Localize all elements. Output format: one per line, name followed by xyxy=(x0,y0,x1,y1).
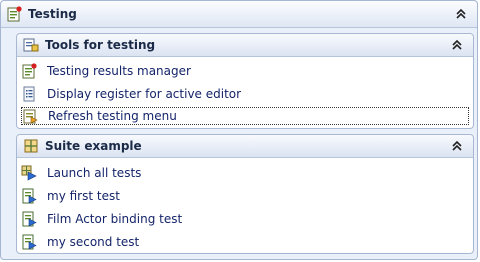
testing-results-manager-link[interactable]: Testing results manager xyxy=(21,62,469,80)
item-label: Refresh testing menu xyxy=(48,109,177,123)
item-label: Display register for active editor xyxy=(47,87,242,101)
panel-title: Testing xyxy=(28,7,77,21)
launch-all-tests-link[interactable]: Launch all tests xyxy=(21,164,469,182)
section-title: Suite example xyxy=(45,139,142,153)
test-run-icon xyxy=(22,188,37,204)
section-header-tools[interactable]: Tools for testing xyxy=(17,34,473,57)
double-chevron-up-icon[interactable] xyxy=(455,8,467,20)
section-tools-for-testing: Tools for testing Testing results manage… xyxy=(16,33,474,129)
section-title: Tools for testing xyxy=(45,38,156,52)
launch-all-icon xyxy=(21,165,37,181)
my-second-test-link[interactable]: my second test xyxy=(21,233,469,251)
register-list-icon xyxy=(23,86,35,102)
double-chevron-up-icon[interactable] xyxy=(451,140,463,152)
film-actor-binding-test-link[interactable]: Film Actor binding test xyxy=(21,210,469,228)
section-header-suite[interactable]: Suite example xyxy=(17,135,473,158)
testing-icon xyxy=(7,6,22,22)
suite-icon xyxy=(24,139,38,153)
test-results-icon xyxy=(22,63,37,79)
tools-icon xyxy=(23,38,39,52)
item-label: Film Actor binding test xyxy=(47,212,183,226)
test-run-icon xyxy=(22,211,37,227)
display-register-link[interactable]: Display register for active editor xyxy=(21,85,469,103)
section-suite-example: Suite example Launch all tests my first … xyxy=(16,134,474,254)
item-label: my first test xyxy=(47,189,120,203)
my-first-test-link[interactable]: my first test xyxy=(21,187,469,205)
refresh-menu-icon xyxy=(23,109,38,124)
test-run-icon xyxy=(22,234,37,250)
item-label: Testing results manager xyxy=(47,64,191,78)
double-chevron-up-icon[interactable] xyxy=(451,39,463,51)
item-label: Launch all tests xyxy=(47,166,142,180)
testing-panel: Testing Tools for testing Testing result… xyxy=(0,0,478,260)
refresh-testing-menu-link[interactable]: Refresh testing menu xyxy=(21,107,469,125)
item-label: my second test xyxy=(47,235,140,249)
panel-header[interactable]: Testing xyxy=(1,1,477,28)
